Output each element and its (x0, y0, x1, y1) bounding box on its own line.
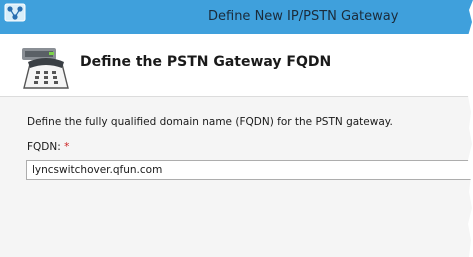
page-heading: Define the PSTN Gateway FQDN (80, 54, 332, 70)
content-area: Define the fully qualified domain name (… (0, 97, 473, 257)
page-header: Define the PSTN Gateway FQDN (0, 34, 473, 97)
pstn-gateway-phone-icon (22, 48, 69, 89)
torn-edge (468, 0, 473, 257)
required-marker: * (64, 141, 70, 153)
fqdn-input[interactable] (26, 160, 471, 180)
title-bar: Define New IP/PSTN Gateway (0, 0, 473, 34)
app-icon (4, 3, 26, 22)
window-title: Define New IP/PSTN Gateway (208, 9, 399, 24)
fqdn-label-text: FQDN: (27, 141, 61, 153)
fqdn-label: FQDN: * (27, 141, 69, 153)
description-text: Define the fully qualified domain name (… (27, 116, 393, 128)
